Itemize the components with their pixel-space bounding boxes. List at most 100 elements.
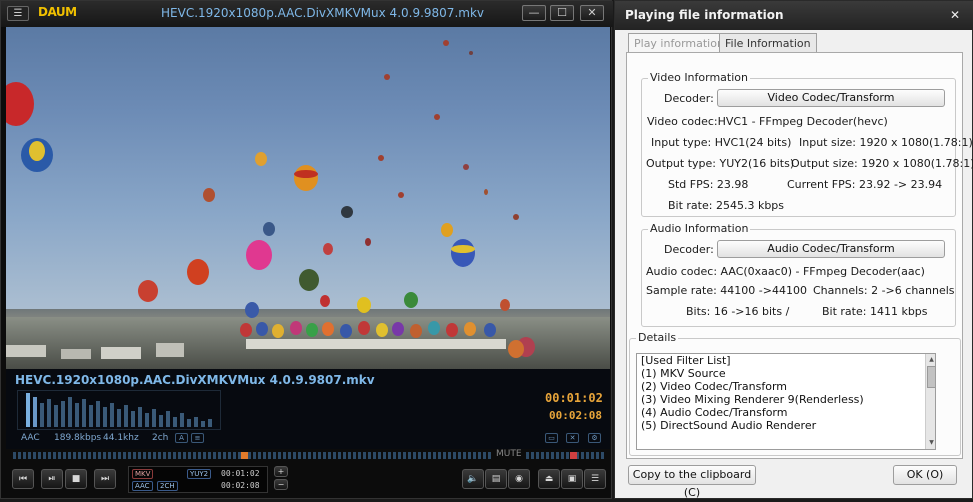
details-legend: Details	[636, 331, 679, 344]
level-bar	[96, 401, 100, 427]
audio-bitrate: Bit rate: 1411 kbps	[822, 305, 928, 318]
level-bar	[145, 413, 149, 427]
filter-list-box[interactable]: [Used Filter List] (1) MKV Source (2) Vi…	[636, 353, 936, 450]
media-player-window: ☰ DAUM HEVC.1920x1080p.AAC.DivXMKVMux 4.…	[0, 0, 613, 499]
level-bar	[124, 405, 128, 427]
level-bar	[173, 417, 177, 427]
list-item: (4) Audio Codec/Transform	[641, 406, 788, 419]
video-decoder-button[interactable]: Video Codec/Transform	[717, 89, 945, 107]
video-decoder-label: Decoder:	[664, 92, 714, 105]
ok-button[interactable]: OK (O)	[893, 465, 957, 485]
level-bar	[131, 411, 135, 427]
audio-channels: Channels: 2 ->6 channels	[813, 284, 955, 297]
tab-file-information[interactable]: File Information	[719, 33, 817, 53]
minimize-button[interactable]: —	[522, 5, 546, 21]
play-pause-icon[interactable]: ⏯	[41, 469, 63, 489]
list-item: (3) Video Mixing Renderer 9(Renderless)	[641, 393, 864, 406]
balloon-row-ground	[240, 321, 496, 338]
status-elapsed: 00:01:02	[221, 469, 260, 478]
volume-bar[interactable]	[526, 452, 604, 459]
dialog-title-bar[interactable]: Playing file information ✕	[615, 1, 973, 30]
skip-back-icon[interactable]: ⏮	[12, 469, 34, 489]
copy-to-clipboard-button[interactable]: Copy to the clipboard (C)	[628, 465, 756, 499]
list-item: (5) DirectSound Audio Renderer	[641, 419, 817, 432]
video-format-badge: YUY2	[187, 469, 212, 479]
equalizer-icon[interactable]: ≡	[191, 433, 204, 443]
scroll-thumb[interactable]	[927, 366, 935, 388]
level-bar	[159, 415, 163, 427]
stop-icon[interactable]: ■	[65, 469, 87, 489]
video-frame[interactable]	[6, 27, 610, 369]
playlist-remove-icon[interactable]: −	[274, 479, 288, 490]
level-bar	[201, 421, 205, 427]
level-bar	[47, 399, 51, 427]
eject-icon[interactable]: ⏏	[538, 469, 560, 489]
audio-codec: Audio codec: AAC(0xaac0) - FFmpeg Decode…	[646, 265, 925, 278]
tab-play-information[interactable]: Play information	[628, 33, 730, 53]
audio-format-badge: AAC	[132, 481, 153, 491]
skip-forward-icon[interactable]: ⏭	[94, 469, 116, 489]
scroll-up-icon[interactable]: ▲	[926, 354, 935, 365]
playlist-add-icon[interactable]: +	[274, 466, 288, 477]
level-bar	[208, 419, 212, 427]
audio-decoder-button[interactable]: Audio Codec/Transform	[717, 240, 945, 258]
video-current-fps: Current FPS: 23.92 -> 23.94	[787, 178, 943, 191]
level-bar	[194, 417, 198, 427]
status-panel: MKV YUY2 00:01:02 AAC 2CH 00:02:08	[128, 466, 268, 493]
level-bar	[40, 403, 44, 427]
video-input-size: Input size: 1920 x 1080(1.78:1)	[799, 136, 973, 149]
player-title-bar[interactable]: ☰ DAUM HEVC.1920x1080p.AAC.DivXMKVMux 4.…	[1, 1, 613, 27]
record-icon[interactable]: ◉	[508, 469, 530, 489]
audio-channels-label: 2ch	[152, 433, 169, 443]
audio-decoder-label: Decoder:	[664, 243, 714, 256]
window-mode-icon[interactable]: ▣	[561, 469, 583, 489]
mute-label[interactable]: MUTE	[496, 449, 522, 459]
volume-handle[interactable]	[570, 452, 577, 459]
scroll-down-icon[interactable]: ▼	[926, 437, 935, 448]
level-bar	[166, 411, 170, 427]
maximize-button[interactable]: ☐	[550, 5, 574, 21]
level-bar	[54, 405, 58, 427]
shuffle-icon[interactable]: ✕	[566, 433, 579, 443]
level-bar	[61, 401, 65, 427]
total-time: 00:02:08	[549, 409, 602, 422]
playlist-icon[interactable]: ☰	[584, 469, 606, 489]
level-bar	[187, 419, 191, 427]
video-codec: Video codec:HVC1 - FFmpeg Decoder(hevc)	[647, 115, 888, 128]
screen-capture-icon[interactable]: ▭	[545, 433, 558, 443]
town-buildings	[6, 339, 506, 359]
level-bar	[75, 403, 79, 427]
level-bar	[117, 409, 121, 427]
channels-badge: 2CH	[157, 481, 178, 491]
level-bar	[180, 413, 184, 427]
level-bar	[89, 405, 93, 427]
level-bar	[82, 399, 86, 427]
dialog-close-button[interactable]: ✕	[950, 8, 960, 22]
video-info-legend: Video Information	[648, 71, 750, 84]
balloons	[6, 40, 535, 358]
elapsed-time: 00:01:02	[545, 391, 603, 405]
video-output-type: Output type: YUY2(16 bits)	[646, 157, 795, 170]
close-button[interactable]: ✕	[580, 5, 604, 21]
seek-bar[interactable]	[13, 452, 491, 459]
video-bitrate: Bit rate: 2545.3 kbps	[668, 199, 785, 212]
video-output-size: Output size: 1920 x 1080(1.78:1)	[791, 157, 973, 170]
seek-handle[interactable]	[241, 452, 248, 459]
audio-codec-label: AAC	[21, 433, 40, 443]
aspect-icon[interactable]: A	[175, 433, 188, 443]
filter-list-scrollbar[interactable]: ▲ ▼	[925, 354, 935, 449]
file-name-label: HEVC.1920x1080p.AAC.DivXMKVMux 4.0.9.980…	[15, 373, 375, 387]
settings-icon[interactable]: ⚙	[588, 433, 601, 443]
menu-icon[interactable]: ☰	[7, 6, 29, 21]
status-total: 00:02:08	[221, 481, 260, 490]
level-bar	[110, 403, 114, 427]
audio-sample-rate: Sample rate: 44100 ->44100	[646, 284, 807, 297]
audio-info-legend: Audio Information	[648, 222, 751, 235]
subtitle-icon[interactable]: ▤	[485, 469, 507, 489]
list-item: [Used Filter List]	[641, 354, 731, 367]
details-group: Details [Used Filter List] (1) MKV Sourc…	[629, 331, 961, 456]
playback-controls: ⏮ ⏯ ■ ⏭ MKV YUY2 00:01:02 AAC 2CH 00:02:…	[6, 463, 610, 497]
speaker-icon[interactable]: 🔈	[462, 469, 484, 489]
level-bar	[152, 409, 156, 427]
level-bar	[68, 397, 72, 427]
